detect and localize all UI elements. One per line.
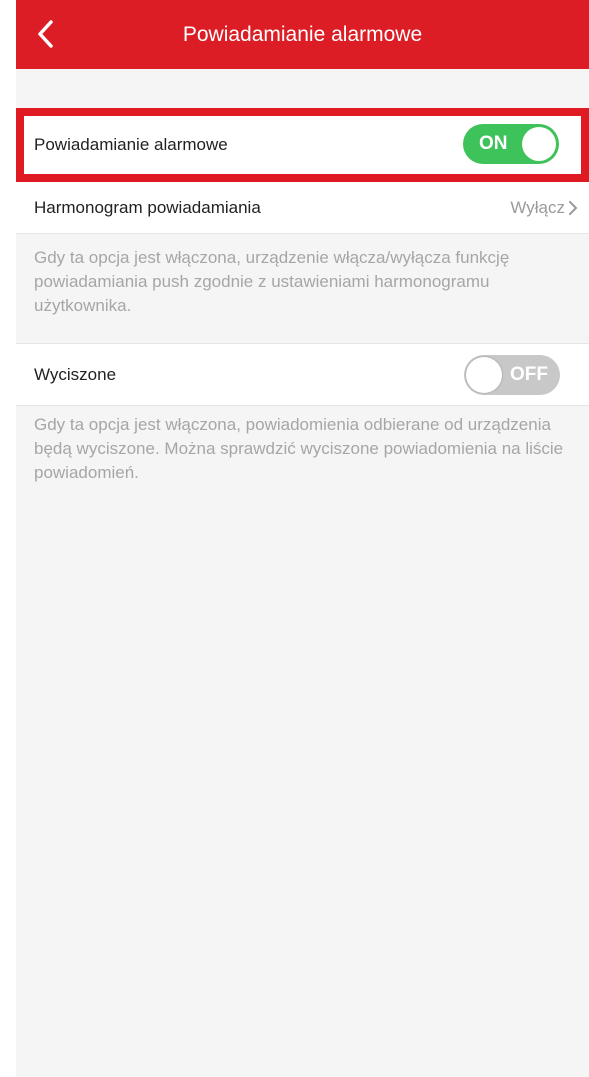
alarm-notification-label: Powiadamianie alarmowe: [34, 135, 228, 154]
alarm-notification-toggle[interactable]: ON: [463, 124, 559, 164]
chevron-right-icon: [569, 201, 577, 215]
toggle-off-text: OFF: [510, 364, 548, 385]
header-bar: Powiadamianie alarmowe: [16, 0, 589, 69]
schedule-label: Harmonogram powiadamiania: [34, 198, 261, 217]
back-button[interactable]: [28, 16, 64, 52]
muted-description: Gdy ta opcja jest włączona, powiadomieni…: [34, 415, 564, 482]
schedule-description: Gdy ta opcja jest włączona, urządzenie w…: [34, 248, 510, 315]
toggle-knob: [466, 357, 502, 393]
toggle-knob: [522, 127, 556, 161]
muted-toggle[interactable]: OFF: [464, 355, 560, 395]
page-title: Powiadamianie alarmowe: [182, 23, 423, 46]
app-screen: Powiadamianie alarmowe Powiadamianie ala…: [16, 0, 589, 1077]
alarm-notification-row: Powiadamianie alarmowe ON: [16, 108, 589, 182]
muted-row: Wyciszone OFF: [16, 343, 589, 406]
muted-label: Wyciszone: [34, 365, 117, 384]
schedule-row[interactable]: Harmonogram powiadamiania Wyłącz: [16, 182, 589, 234]
schedule-value: Wyłącz: [510, 198, 565, 217]
toggle-on-text: ON: [479, 133, 508, 154]
chevron-left-icon: [38, 20, 53, 48]
